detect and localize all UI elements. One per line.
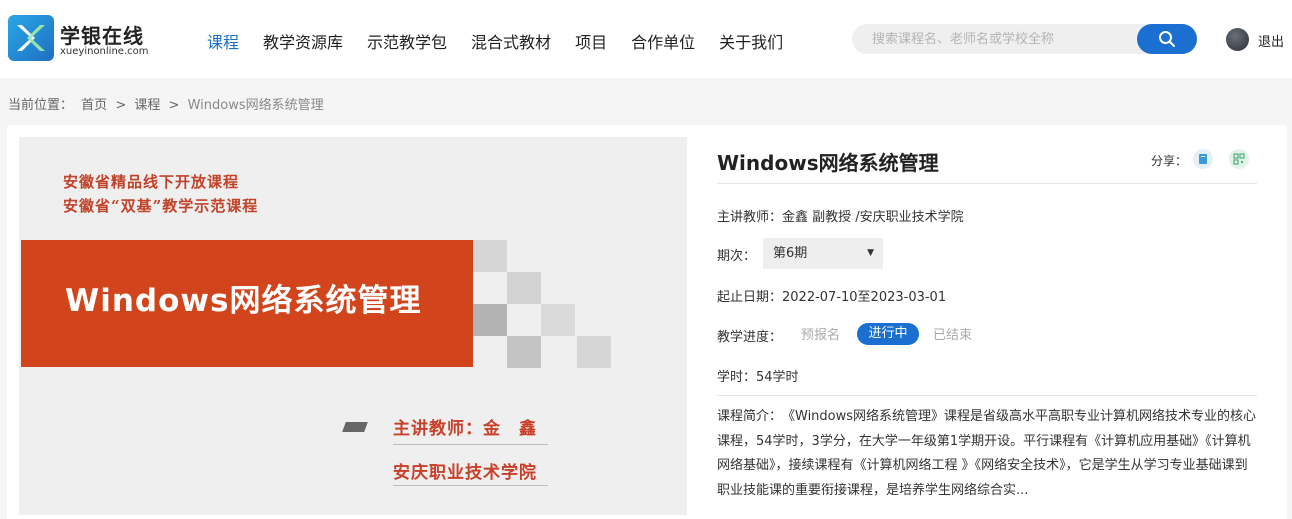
breadcrumb-separator: >	[115, 98, 127, 113]
breadcrumb-courses[interactable]: 课程	[134, 98, 160, 113]
cover-tag-demo: 安徽省“双基”教学示范课程	[63, 197, 259, 215]
nav-item-blended-textbook[interactable]: 混合式教材	[471, 29, 551, 53]
cover-divider	[393, 485, 548, 486]
breadcrumb-home[interactable]: 首页	[81, 98, 107, 113]
course-cover-image: 安徽省精品线下开放课程 安徽省“双基”教学示范课程 Windows网络系统管理 …	[19, 137, 687, 515]
share-qrcode-icon[interactable]	[1229, 149, 1249, 169]
progress-label: 教学进度：	[717, 330, 783, 345]
nav-item-about[interactable]: 关于我们	[719, 29, 783, 53]
cover-teacher: 主讲教师：金 鑫	[393, 419, 537, 439]
cover-school: 安庆职业技术学院	[393, 463, 537, 483]
cover-banner-title: Windows网络系统管理	[65, 283, 422, 319]
logout-link[interactable]: 退出	[1258, 31, 1284, 50]
logo-icon[interactable]	[8, 15, 54, 61]
breadcrumb-current: Windows网络系统管理	[187, 98, 324, 113]
decor-square	[577, 336, 611, 368]
breadcrumb-label: 当前位置：	[8, 98, 74, 113]
intro-divider	[717, 395, 1257, 396]
logo-title[interactable]: 学银在线	[60, 20, 144, 49]
course-card: 安徽省精品线下开放课程 安徽省“双基”教学示范课程 Windows网络系统管理 …	[7, 125, 1287, 519]
decor-square	[541, 304, 575, 336]
search-button[interactable]	[1137, 24, 1197, 54]
progress-in-progress-badge: 进行中	[857, 323, 919, 345]
search-bar	[852, 24, 1197, 54]
decor-square	[507, 336, 541, 368]
course-hours: 学时：54学时	[717, 370, 799, 385]
decor-square	[473, 240, 507, 272]
cover-tag-quality: 安徽省精品线下开放课程	[63, 173, 240, 191]
title-divider	[717, 183, 1257, 184]
decor-square	[507, 272, 541, 304]
nav-item-projects[interactable]: 项目	[575, 29, 607, 53]
share-label: 分享：	[1151, 154, 1188, 168]
course-title: Windows网络系统管理	[717, 151, 939, 175]
cover-divider	[393, 444, 548, 445]
nav-item-partners[interactable]: 合作单位	[631, 29, 695, 53]
top-header: 学银在线 xueyinonline.com 课程 教学资源库 示范教学包 混合式…	[0, 0, 1292, 78]
user-avatar[interactable]	[1226, 28, 1249, 51]
nav-item-courses[interactable]: 课程	[207, 29, 239, 53]
caret-down-icon: ▼	[867, 248, 874, 258]
course-intro: 课程简介： 《Windows网络系统管理》课程是省级高水平高职专业计算机网络技术…	[717, 409, 1257, 498]
progress-ended: 已结束	[933, 328, 973, 343]
course-teacher: 主讲教师：金鑫 副教授 /安庆职业技术学院	[717, 210, 964, 225]
period-label: 期次：	[717, 249, 757, 264]
nav-item-demo-package[interactable]: 示范教学包	[367, 29, 447, 53]
breadcrumb: 当前位置： 首页 > 课程 > Windows网络系统管理	[8, 94, 328, 113]
period-select[interactable]: 第6期 ▼	[763, 238, 883, 269]
decor-mark	[342, 422, 368, 432]
decor-square	[473, 304, 507, 336]
main-nav: 课程 教学资源库 示范教学包 混合式教材 项目 合作单位 关于我们	[207, 29, 807, 53]
share-book-icon[interactable]	[1193, 149, 1213, 169]
progress-pre-register: 预报名	[801, 328, 841, 343]
nav-item-resource-library[interactable]: 教学资源库	[263, 29, 343, 53]
breadcrumb-separator: >	[168, 98, 180, 113]
logo-domain: xueyinonline.com	[60, 46, 149, 57]
search-icon	[1159, 31, 1175, 47]
search-input[interactable]	[852, 24, 1132, 54]
course-dates: 起止日期：2022-07-10至2023-03-01	[717, 290, 947, 305]
period-value: 第6期	[773, 246, 808, 261]
